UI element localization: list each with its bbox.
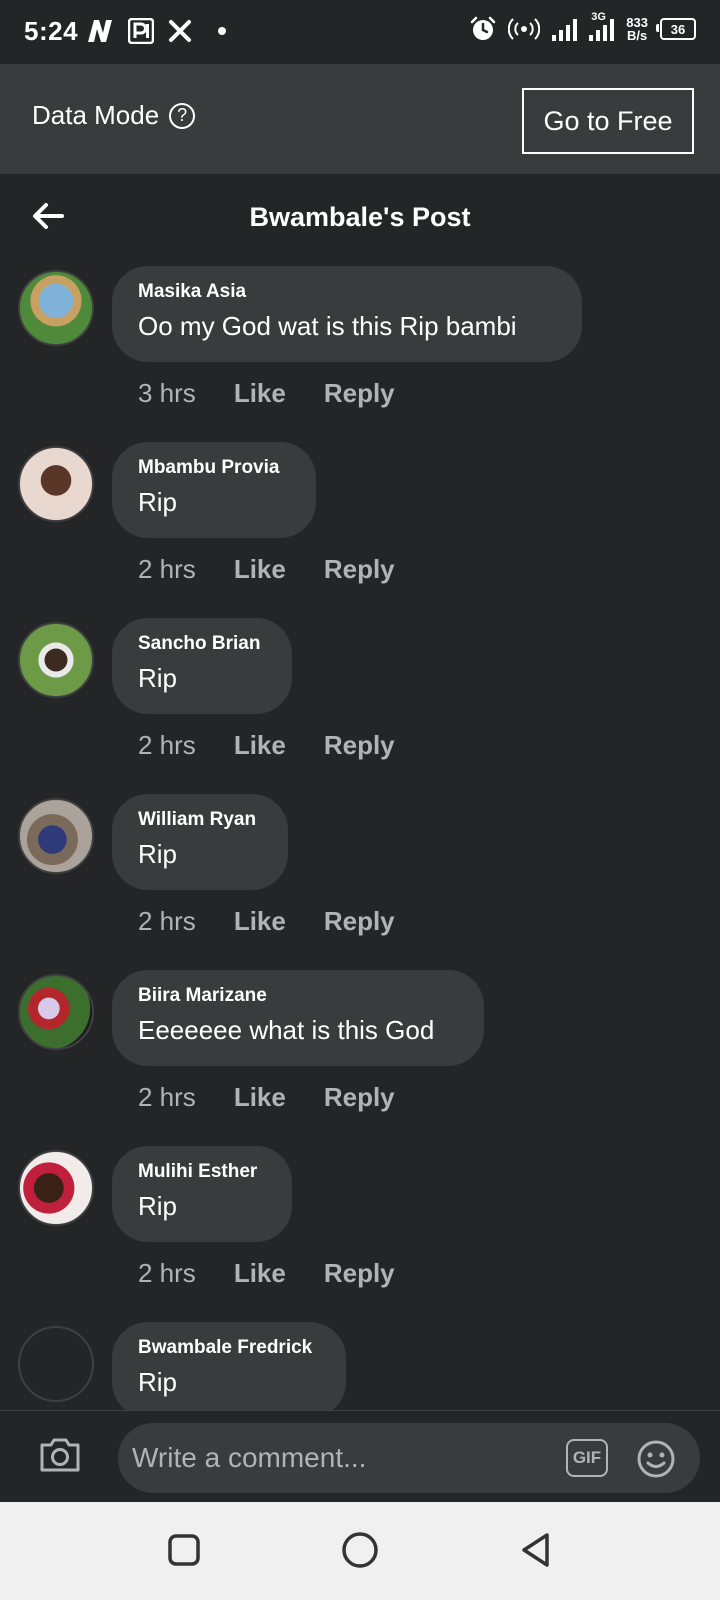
comment-time: 2 hrs [138, 1258, 196, 1288]
comment-time: 2 hrs [138, 730, 196, 760]
status-time: 5:24 [24, 16, 79, 46]
comment-time: 2 hrs [138, 906, 196, 936]
avatar[interactable] [18, 1150, 94, 1226]
comment-input[interactable] [118, 1423, 700, 1493]
comment-actions: 2 hrs Like Reply [138, 554, 395, 585]
reply-button[interactable]: Reply [324, 554, 395, 585]
comment-text: Rip [138, 663, 178, 693]
comment-author[interactable]: Sancho Brian [138, 632, 264, 656]
comment-bubble[interactable]: Mbambu Provia Rip [112, 442, 316, 538]
alarm-icon [471, 16, 496, 40]
like-button[interactable]: Like [234, 906, 286, 937]
comment-actions: 2 hrs Like Reply [138, 730, 395, 761]
network-speed: 833 B/s [626, 15, 648, 43]
reply-button[interactable]: Reply [324, 1082, 395, 1113]
comment-author[interactable]: William Ryan [138, 808, 260, 832]
gif-icon[interactable]: GIF [566, 1439, 608, 1477]
camera-icon[interactable] [38, 1435, 82, 1475]
comment-bubble[interactable]: Masika Asia Oo my God wat is this Rip ba… [112, 266, 582, 362]
comment-time: 2 hrs [138, 554, 196, 584]
comment-text: Rip [138, 1367, 178, 1397]
comment-time: 3 hrs [138, 378, 196, 408]
parking-p-icon [128, 18, 154, 44]
go-to-free-button[interactable]: Go to Free [522, 88, 694, 154]
like-button[interactable]: Like [234, 1082, 286, 1113]
avatar[interactable] [18, 1326, 94, 1402]
avatar[interactable] [18, 974, 94, 1050]
comment-list[interactable]: Masika Asia Oo my God wat is this Rip ba… [0, 266, 720, 1410]
page-title: Bwambale's Post [249, 202, 471, 232]
back-nav-icon[interactable] [516, 1530, 556, 1570]
n-logo-icon [88, 20, 112, 42]
like-button[interactable]: Like [234, 1258, 286, 1289]
system-icons: 3G 833 B/s 36 [470, 11, 696, 43]
comment-bubble[interactable]: Mulihi Esther Rip [112, 1146, 292, 1242]
emoji-icon[interactable] [636, 1439, 676, 1479]
like-button[interactable]: Like [234, 378, 286, 409]
comment-composer: GIF [0, 1410, 720, 1503]
avatar[interactable] [18, 446, 94, 522]
comment-text: Rip [138, 1191, 178, 1221]
home-icon[interactable] [340, 1530, 380, 1570]
data-mode-label: Data Mode ? [32, 100, 196, 131]
help-icon[interactable]: ? [169, 102, 196, 129]
comment-text: Oo my God wat is this Rip bambi [138, 311, 517, 341]
comment-actions: 3 hrs Like Reply [138, 378, 395, 409]
like-button[interactable]: Like [234, 554, 286, 585]
reply-button[interactable]: Reply [324, 730, 395, 761]
comment-text: Rip [138, 839, 178, 869]
comment-actions: 2 hrs Like Reply [138, 1258, 395, 1289]
comment-bubble[interactable]: William Ryan Rip [112, 794, 288, 890]
comment-author[interactable]: Bwambale Fredrick [138, 1336, 318, 1360]
comment-time: 2 hrs [138, 1082, 196, 1112]
system-nav-bar [0, 1502, 720, 1600]
comment-actions: 2 hrs Like Reply [138, 906, 395, 937]
notification-icons [86, 18, 226, 44]
avatar[interactable] [18, 622, 94, 698]
hotspot-icon [508, 18, 541, 40]
comment-actions: 2 hrs Like Reply [138, 1082, 395, 1113]
comment-author[interactable]: Mbambu Provia [138, 456, 288, 480]
comment-author[interactable]: Masika Asia [138, 280, 554, 304]
comment-author[interactable]: Mulihi Esther [138, 1160, 264, 1184]
x-logo-icon [169, 20, 191, 42]
data-mode-banner: Data Mode ? Go to Free [0, 64, 720, 174]
comment-text: Eeeeeee what is this God [138, 1015, 435, 1045]
status-bar: 5:24 3G 833 B/s 36 [0, 0, 720, 64]
comment-author[interactable]: Biira Marizane [138, 984, 456, 1008]
signal-strength-icon [552, 17, 578, 41]
reply-button[interactable]: Reply [324, 906, 395, 937]
reply-button[interactable]: Reply [324, 378, 395, 409]
mobile-data-signal-icon: 3G [589, 11, 615, 41]
comment-bubble[interactable]: Biira Marizane Eeeeeee what is this God [112, 970, 484, 1066]
battery-icon: 36 [656, 18, 696, 40]
more-notifications-dot [218, 27, 226, 35]
comment-text: Rip [138, 487, 178, 517]
post-header: Bwambale's Post [0, 174, 720, 266]
battery-level: 36 [670, 21, 686, 37]
comment-bubble[interactable]: Sancho Brian Rip [112, 618, 292, 714]
reply-button[interactable]: Reply [324, 1258, 395, 1289]
like-button[interactable]: Like [234, 730, 286, 761]
recent-apps-icon[interactable] [164, 1530, 204, 1570]
comment-bubble[interactable]: Bwambale Fredrick Rip [112, 1322, 346, 1410]
avatar[interactable] [18, 798, 94, 874]
avatar[interactable] [18, 270, 94, 346]
